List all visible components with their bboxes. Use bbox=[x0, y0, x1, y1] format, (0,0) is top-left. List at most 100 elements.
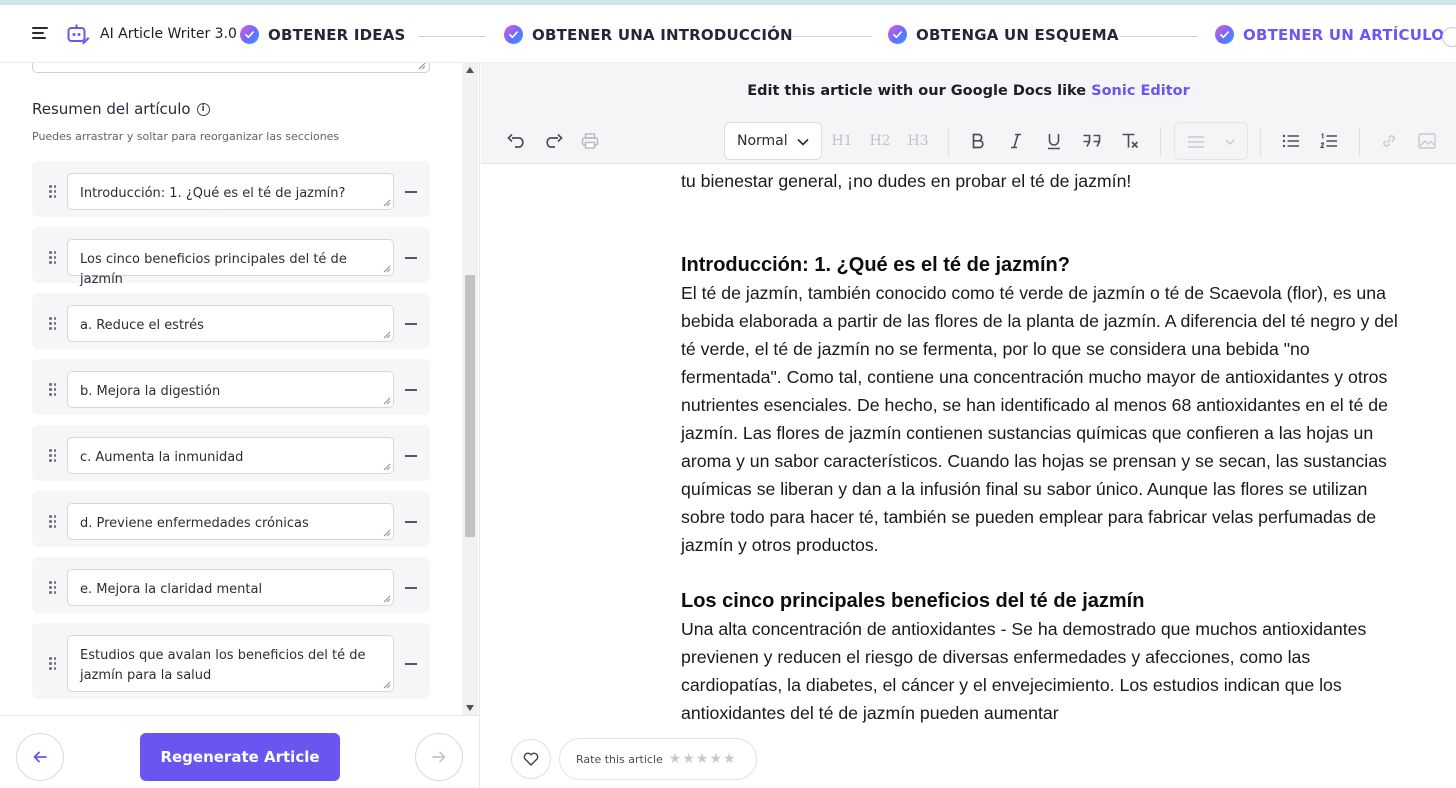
resize-grip-icon[interactable] bbox=[383, 529, 391, 537]
step-get-ideas[interactable]: OBTENER IDEAS bbox=[240, 25, 406, 44]
next-step-indicator bbox=[1442, 27, 1456, 47]
rate-label: Rate this article bbox=[576, 752, 663, 766]
resize-grip-icon[interactable] bbox=[383, 199, 391, 207]
star-icon[interactable]: ★ bbox=[709, 752, 722, 766]
resize-grip-icon[interactable] bbox=[383, 681, 391, 689]
outline-section-card[interactable]: b. Mejora la digestión bbox=[32, 359, 430, 415]
hamburger-menu-icon[interactable] bbox=[32, 27, 48, 41]
alignment-select[interactable] bbox=[1174, 122, 1248, 160]
outline-section-card[interactable]: Estudios que avalan los beneficios del t… bbox=[32, 623, 430, 699]
section-title-input[interactable]: Los cinco beneficios principales del té … bbox=[67, 239, 394, 287]
drag-handle-icon[interactable] bbox=[49, 317, 57, 330]
section-title-input[interactable]: e. Mejora la claridad mental bbox=[67, 569, 394, 606]
drag-handle-icon[interactable] bbox=[49, 251, 57, 264]
rating-stars: ★ ★ ★ ★ ★ bbox=[669, 752, 736, 766]
print-icon[interactable] bbox=[578, 129, 602, 153]
chevron-down-icon bbox=[797, 138, 809, 146]
document-area[interactable]: tu bienestar general, ¡no dudes en proba… bbox=[481, 164, 1456, 788]
sonic-editor-link[interactable]: Sonic Editor bbox=[1091, 83, 1190, 99]
format-select-value: Normal bbox=[737, 133, 788, 149]
drag-handle-icon[interactable] bbox=[49, 515, 57, 528]
section-title-input[interactable]: c. Aumenta la inmunidad bbox=[67, 437, 394, 474]
scroll-down-arrow-icon[interactable] bbox=[466, 705, 474, 711]
remove-section-icon[interactable] bbox=[405, 322, 417, 325]
image-icon[interactable] bbox=[1415, 129, 1439, 153]
remove-section-icon[interactable] bbox=[405, 256, 417, 259]
remove-section-icon[interactable] bbox=[405, 662, 417, 665]
info-icon[interactable]: i bbox=[196, 102, 210, 116]
star-icon[interactable]: ★ bbox=[696, 752, 709, 766]
step-get-article[interactable]: OBTENER UN ARTÍCULO bbox=[1215, 25, 1444, 44]
star-icon[interactable]: ★ bbox=[723, 752, 736, 766]
section-title-input[interactable]: Estudios que avalan los beneficios del t… bbox=[67, 635, 394, 692]
numbered-list-icon[interactable] bbox=[1317, 129, 1341, 153]
drag-handle-icon[interactable] bbox=[49, 185, 57, 198]
section-title-input[interactable]: b. Mejora la digestión bbox=[67, 371, 394, 408]
scroll-thumb[interactable] bbox=[465, 275, 475, 537]
remove-section-icon[interactable] bbox=[405, 454, 417, 457]
resize-grip-icon[interactable] bbox=[383, 397, 391, 405]
star-icon[interactable]: ★ bbox=[669, 752, 682, 766]
step-label: OBTENGA UN ESQUEMA bbox=[916, 25, 1119, 44]
resize-grip-icon[interactable] bbox=[383, 331, 391, 339]
outline-section-card[interactable]: Los cinco beneficios principales del té … bbox=[32, 227, 430, 287]
outline-section-card[interactable]: e. Mejora la claridad mental bbox=[32, 557, 430, 613]
remove-section-icon[interactable] bbox=[405, 586, 417, 589]
outline-section-card[interactable]: Introducción: 1. ¿Qué es el té de jazmín… bbox=[32, 161, 430, 217]
outline-scrollbar[interactable] bbox=[462, 63, 478, 715]
step-get-intro[interactable]: OBTENER UNA INTRODUCCIÓN bbox=[504, 25, 793, 44]
outline-section-card[interactable]: d. Previene enfermedades crónicas bbox=[32, 491, 430, 547]
drag-handle-icon[interactable] bbox=[49, 657, 57, 670]
forward-button[interactable] bbox=[415, 733, 463, 781]
regenerate-article-button[interactable]: Regenerate Article bbox=[140, 733, 340, 781]
step-connector bbox=[792, 36, 872, 37]
blockquote-icon[interactable] bbox=[1080, 129, 1104, 153]
section-title-input[interactable]: Introducción: 1. ¿Qué es el té de jazmín… bbox=[67, 173, 394, 210]
link-icon[interactable] bbox=[1377, 129, 1401, 153]
italic-icon[interactable] bbox=[1004, 129, 1028, 153]
section-title-input[interactable]: a. Reduce el estrés bbox=[67, 305, 394, 342]
outline-footer: Regenerate Article bbox=[0, 715, 479, 788]
heading-1-button[interactable]: H1 bbox=[830, 129, 854, 153]
robot-logo-icon bbox=[67, 24, 90, 45]
drag-handle-icon[interactable] bbox=[49, 449, 57, 462]
resize-grip-icon[interactable] bbox=[383, 265, 391, 273]
paragraph: Una alta concentración de antioxidantes … bbox=[681, 619, 1367, 723]
underline-icon[interactable] bbox=[1042, 129, 1066, 153]
remove-section-icon[interactable] bbox=[405, 520, 417, 523]
clear-format-icon[interactable] bbox=[1118, 129, 1142, 153]
section-title-text: Estudios que avalan los beneficios del t… bbox=[80, 648, 366, 683]
redo-icon[interactable] bbox=[541, 129, 565, 153]
remove-section-icon[interactable] bbox=[405, 388, 417, 391]
outline-scroll-area[interactable]: Resumen del artículo i Puedes arrastrar … bbox=[0, 63, 462, 715]
heading-2-button[interactable]: H2 bbox=[868, 129, 892, 153]
section-heading: Los cinco principales beneficios del té … bbox=[681, 590, 1145, 612]
toolbar-divider bbox=[1260, 127, 1261, 157]
outline-section-card[interactable]: a. Reduce el estrés bbox=[32, 293, 430, 349]
back-button[interactable] bbox=[16, 733, 64, 781]
arrow-left-icon bbox=[33, 751, 47, 763]
app-title: AI Article Writer 3.0 bbox=[100, 26, 237, 42]
outline-section-card[interactable]: c. Aumenta la inmunidad bbox=[32, 425, 430, 481]
top-header: AI Article Writer 3.0 OBTENER IDEAS OBTE… bbox=[0, 5, 1456, 63]
drag-handle-icon[interactable] bbox=[49, 383, 57, 396]
bold-icon[interactable] bbox=[966, 129, 990, 153]
resize-grip-icon[interactable] bbox=[383, 463, 391, 471]
bullet-list-icon[interactable] bbox=[1279, 129, 1303, 153]
section-title-input[interactable]: d. Previene enfermedades crónicas bbox=[67, 503, 394, 540]
remove-section-icon[interactable] bbox=[405, 190, 417, 193]
resize-grip-icon[interactable] bbox=[383, 595, 391, 603]
heading-3-button[interactable]: H3 bbox=[906, 129, 930, 153]
editor-banner: Edit this article with our Google Docs l… bbox=[481, 63, 1456, 119]
undo-icon[interactable] bbox=[505, 129, 529, 153]
like-button[interactable] bbox=[511, 739, 551, 779]
resize-grip-icon[interactable] bbox=[418, 63, 426, 70]
previous-textarea[interactable] bbox=[32, 63, 430, 73]
step-get-outline[interactable]: OBTENGA UN ESQUEMA bbox=[888, 25, 1119, 44]
article-document[interactable]: tu bienestar general, ¡no dudes en proba… bbox=[681, 167, 1401, 727]
paragraph-format-select[interactable]: Normal bbox=[724, 122, 822, 160]
star-icon[interactable]: ★ bbox=[682, 752, 695, 766]
scroll-up-arrow-icon[interactable] bbox=[466, 67, 474, 73]
drag-handle-icon[interactable] bbox=[49, 581, 57, 594]
paragraph: tu bienestar general, ¡no dudes en proba… bbox=[681, 171, 1132, 191]
